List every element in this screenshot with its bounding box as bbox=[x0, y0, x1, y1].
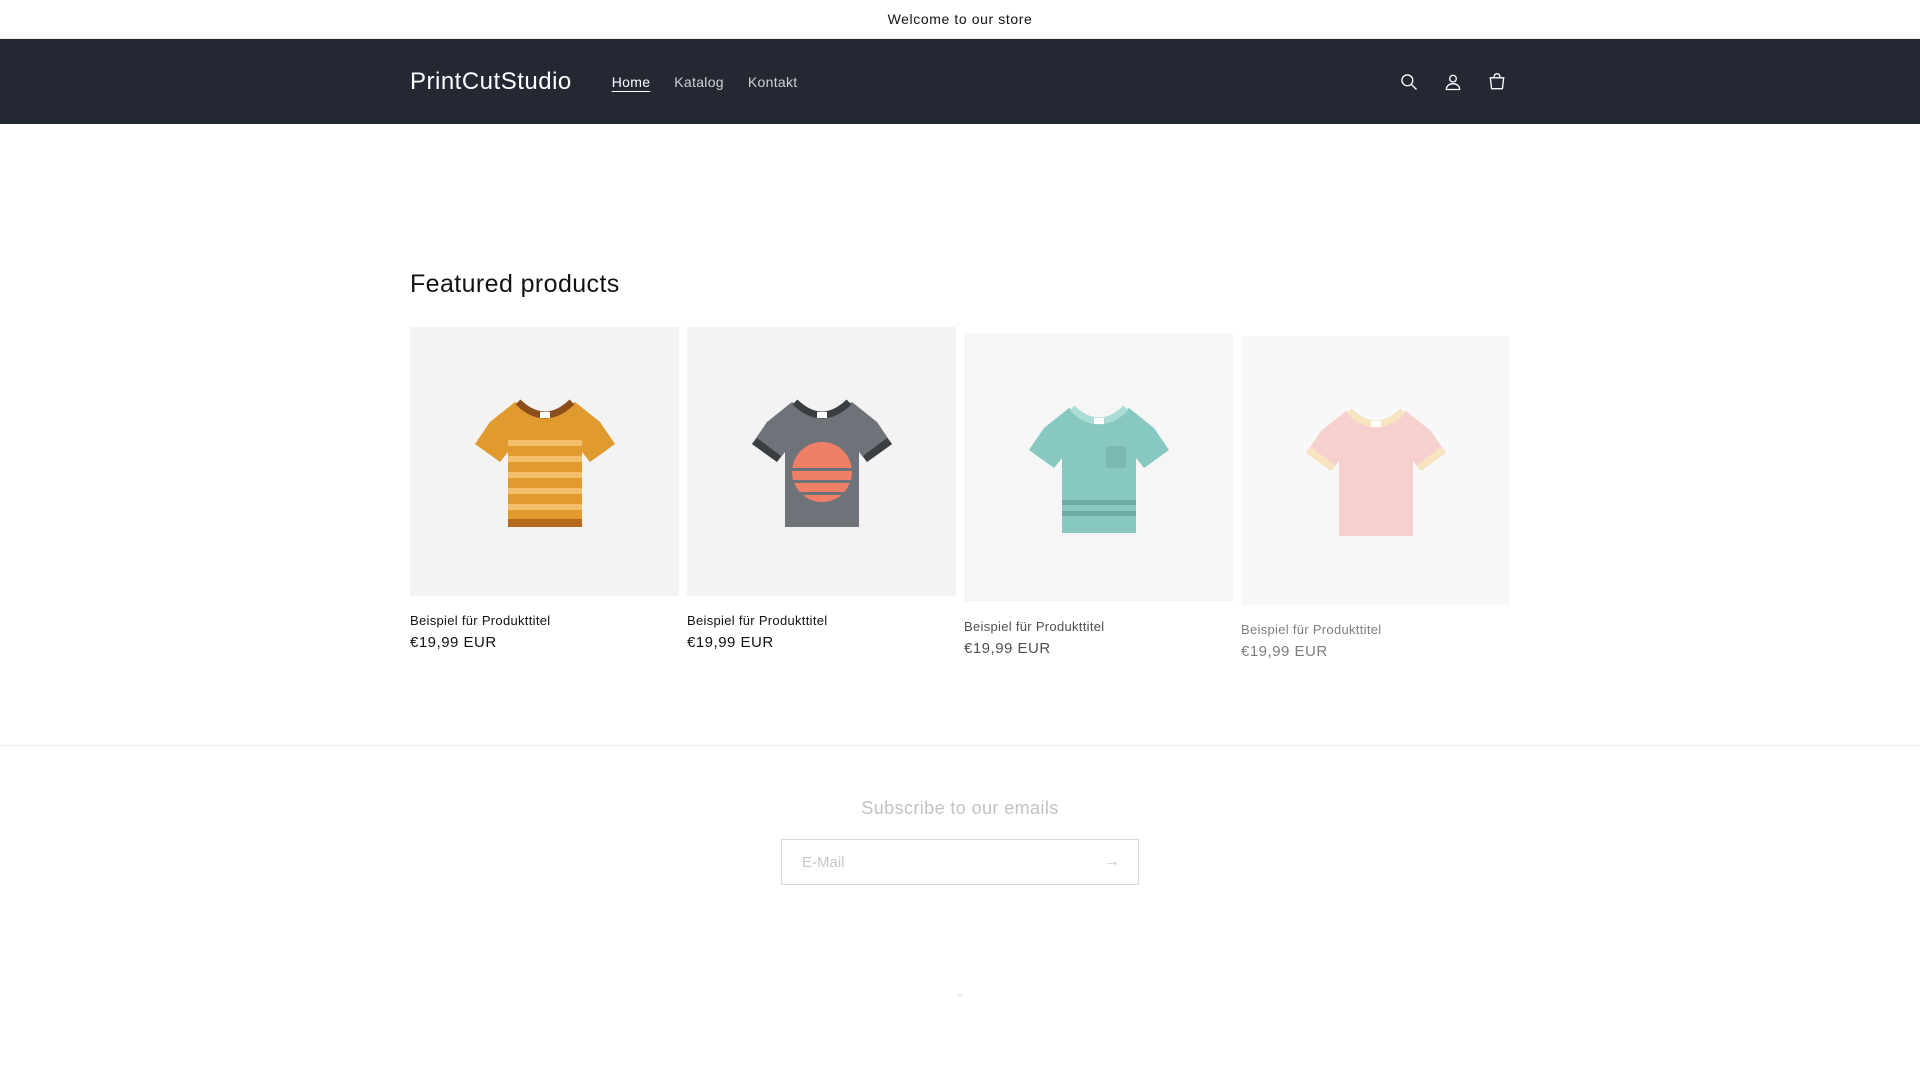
search-icon[interactable] bbox=[1396, 69, 1422, 95]
product-card[interactable]: Beispiel für Produkttitel €19,99 EUR bbox=[964, 333, 1233, 657]
featured-section: Featured products Beispiel für Produktti… bbox=[410, 270, 1510, 660]
product-price: €19,99 EUR bbox=[1241, 643, 1328, 660]
nav-kontakt[interactable]: Kontakt bbox=[748, 74, 798, 90]
email-input[interactable] bbox=[800, 852, 1104, 872]
product-title[interactable]: Beispiel für Produkttitel bbox=[1241, 622, 1510, 637]
store-logo[interactable]: PrintCutStudio bbox=[410, 68, 572, 96]
site-header: PrintCutStudio Home Katalog Kontakt bbox=[0, 39, 1920, 124]
product-card[interactable]: Beispiel für Produkttitel €19,99 EUR bbox=[687, 327, 956, 651]
cart-icon[interactable] bbox=[1484, 69, 1510, 95]
nav-katalog[interactable]: Katalog bbox=[674, 74, 724, 90]
footer-dot bbox=[958, 993, 962, 997]
main-nav: Home Katalog Kontakt bbox=[612, 74, 798, 90]
email-field-box[interactable]: → bbox=[781, 839, 1139, 885]
product-title[interactable]: Beispiel für Produkttitel bbox=[410, 613, 679, 628]
product-title[interactable]: Beispiel für Produkttitel bbox=[964, 619, 1233, 634]
submit-arrow-icon[interactable]: → bbox=[1104, 853, 1120, 871]
product-price: €19,99 EUR bbox=[410, 634, 497, 651]
product-image[interactable] bbox=[410, 327, 679, 596]
product-price: €19,99 EUR bbox=[964, 640, 1051, 657]
account-icon[interactable] bbox=[1440, 69, 1466, 95]
newsletter-section: Subscribe to our emails → bbox=[0, 798, 1920, 997]
product-title[interactable]: Beispiel für Produkttitel bbox=[687, 613, 956, 628]
featured-title: Featured products bbox=[410, 270, 620, 298]
announcement-bar: Welcome to our store bbox=[0, 0, 1920, 39]
nav-home[interactable]: Home bbox=[612, 74, 651, 90]
product-image[interactable] bbox=[687, 327, 956, 596]
product-image[interactable] bbox=[1241, 336, 1510, 605]
tshirt-orange-icon bbox=[474, 398, 615, 527]
product-image[interactable] bbox=[964, 333, 1233, 602]
tshirt-pink-icon bbox=[1305, 407, 1446, 536]
tshirt-teal-icon bbox=[1028, 404, 1169, 533]
product-card[interactable]: Beispiel für Produkttitel €19,99 EUR bbox=[1241, 336, 1510, 660]
section-divider bbox=[0, 745, 1920, 746]
tshirt-grey-icon bbox=[751, 398, 892, 527]
announcement-text: Welcome to our store bbox=[887, 11, 1033, 27]
product-card[interactable]: Beispiel für Produkttitel €19,99 EUR bbox=[410, 327, 679, 651]
product-price: €19,99 EUR bbox=[687, 634, 774, 651]
newsletter-title: Subscribe to our emails bbox=[861, 798, 1059, 818]
product-grid: Beispiel für Produkttitel €19,99 EUR Bei… bbox=[410, 327, 1510, 660]
header-icons bbox=[1396, 69, 1510, 95]
